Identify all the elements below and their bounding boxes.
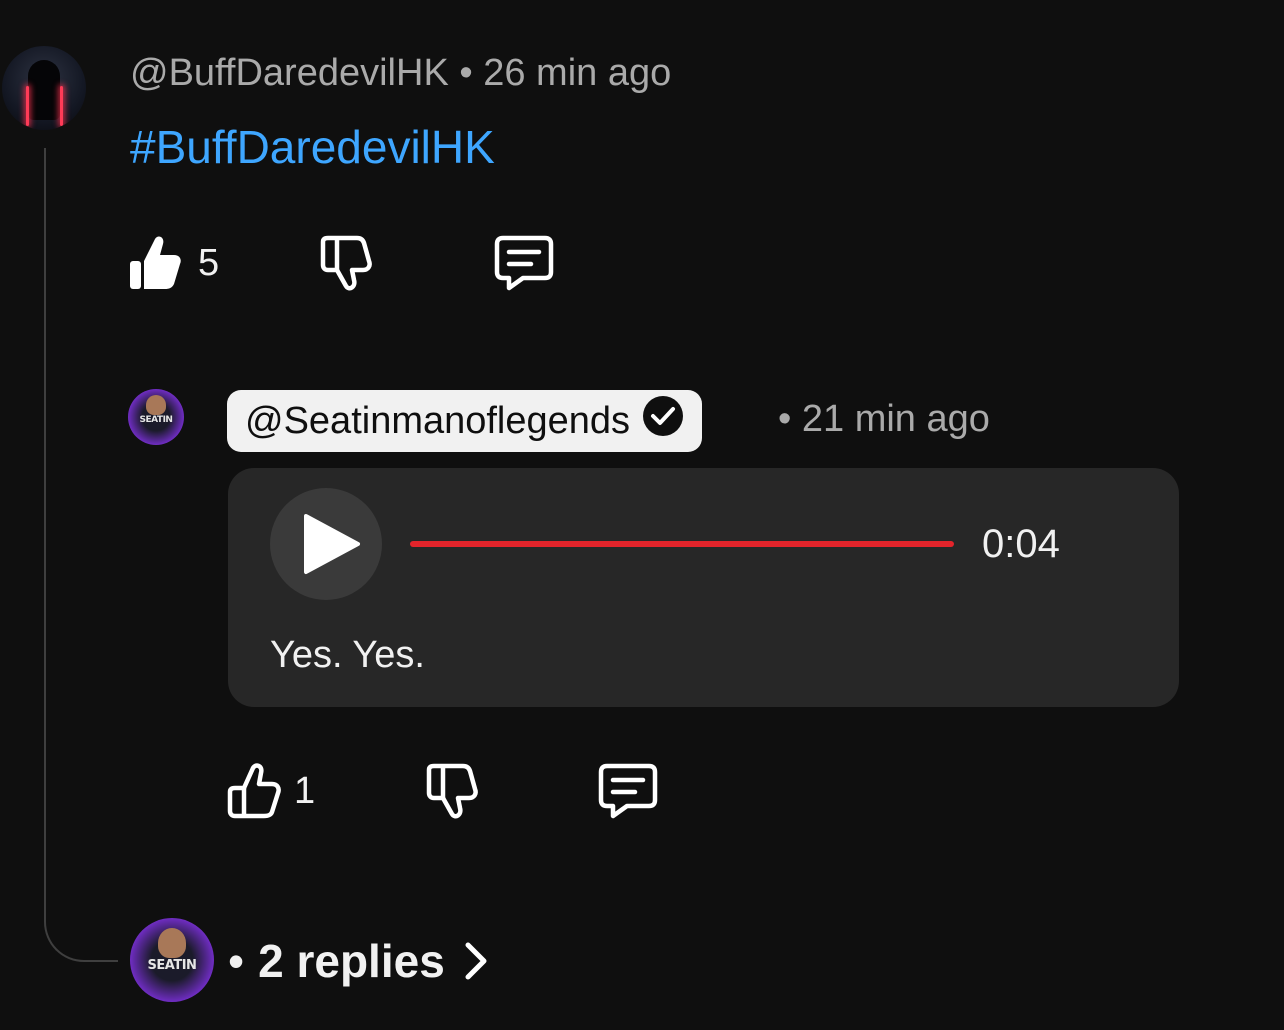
reply-like-button[interactable]: 1 xyxy=(226,762,315,820)
comment-actions: 5 xyxy=(128,234,555,292)
like-count: 5 xyxy=(198,241,220,284)
audio-progress-fill xyxy=(410,541,954,547)
thumbs-down-icon xyxy=(319,234,375,292)
reply-dislike-button[interactable] xyxy=(425,762,481,820)
reply-actions: 1 xyxy=(226,762,659,820)
avatar-face xyxy=(146,395,166,415)
reply-time: 21 min ago xyxy=(801,398,990,440)
thread-connector-line xyxy=(44,148,118,962)
avatar-hood-figure xyxy=(28,60,60,120)
reply-like-count: 1 xyxy=(294,769,316,812)
comment-icon xyxy=(493,234,555,292)
dislike-button[interactable] xyxy=(319,234,375,292)
meta-separator: • xyxy=(459,52,473,94)
comment-meta: @BuffDaredevilHK • 26 min ago xyxy=(130,52,671,95)
meta-separator: • xyxy=(778,398,792,440)
thumbs-up-filled-icon xyxy=(128,235,182,291)
comment-time: 26 min ago xyxy=(483,52,672,94)
audio-progress-bar[interactable] xyxy=(410,541,954,547)
commenter-avatar[interactable] xyxy=(2,46,86,130)
verified-check-icon xyxy=(642,395,684,447)
thumbs-down-icon xyxy=(425,762,481,820)
audio-transcript: Yes. Yes. xyxy=(270,634,425,676)
avatar-badge-text: SEATIN xyxy=(139,415,173,425)
view-replies-link[interactable]: • 2 replies xyxy=(228,934,489,988)
avatar-face xyxy=(158,928,186,958)
play-button[interactable] xyxy=(270,488,382,600)
chevron-right-icon xyxy=(445,941,489,981)
voice-reply-card: 0:04 Yes. Yes. xyxy=(228,468,1179,707)
avatar-saber-right xyxy=(60,86,63,126)
reply-author: @Seatinmanoflegends xyxy=(245,399,631,442)
reply-reply-button[interactable] xyxy=(597,762,659,820)
thumbs-up-icon xyxy=(226,762,282,820)
reply-author-pill[interactable]: @Seatinmanoflegends xyxy=(227,390,703,452)
replies-count-label: 2 replies xyxy=(258,935,445,987)
reply-avatar[interactable]: SEATIN xyxy=(128,389,184,445)
comment-author[interactable]: @BuffDaredevilHK xyxy=(130,52,449,94)
audio-duration: 0:04 xyxy=(982,522,1060,566)
comment-icon xyxy=(597,762,659,820)
comment-hashtag-link[interactable]: #BuffDaredevilHK xyxy=(130,120,495,174)
reply-button[interactable] xyxy=(493,234,555,292)
like-button[interactable]: 5 xyxy=(128,235,219,291)
reply-meta: • 21 min ago xyxy=(778,398,990,441)
replies-separator: • xyxy=(228,935,245,987)
replies-preview-avatar[interactable]: SEATIN xyxy=(130,918,214,1002)
avatar-saber-left xyxy=(26,86,29,126)
avatar-badge-text: SEATIN xyxy=(147,958,197,973)
